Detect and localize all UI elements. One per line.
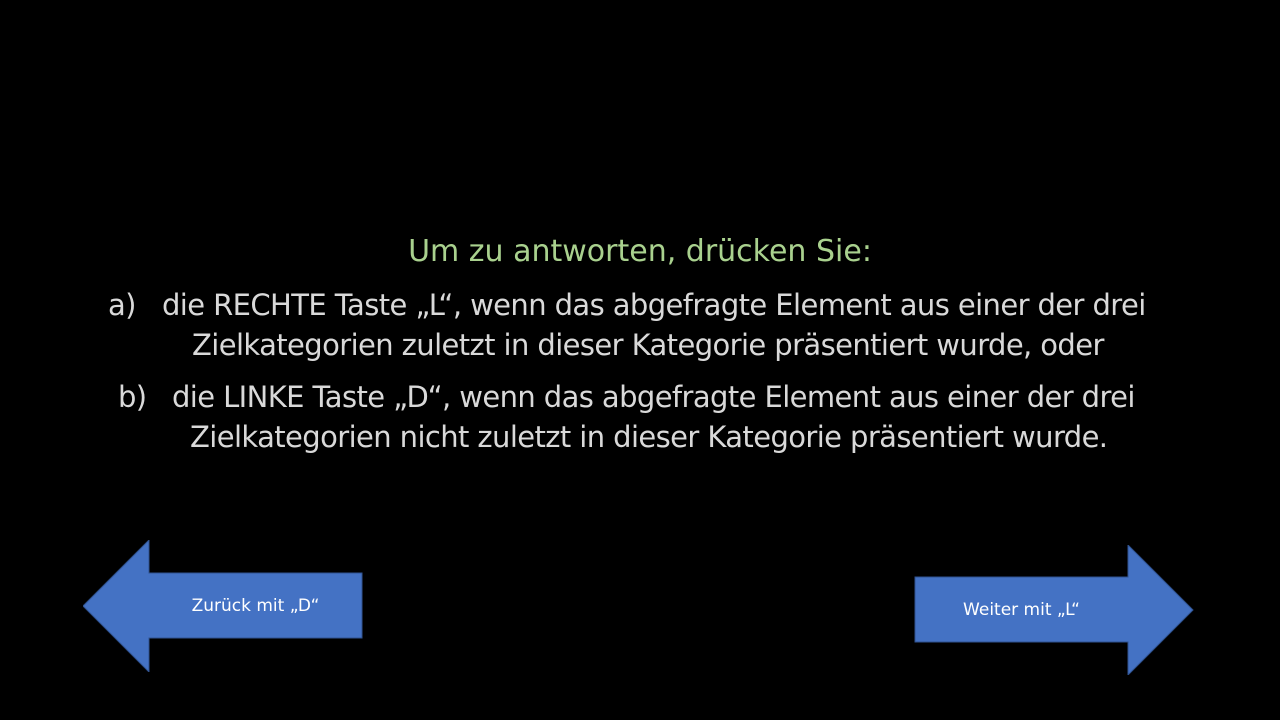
list-marker-a: a) (108, 288, 136, 322)
list-item-a: a) die RECHTE Taste „L“, wenn das abgefr… (108, 285, 1208, 365)
instruction-slide: Um zu antworten, drücken Sie: a) die REC… (0, 0, 1280, 720)
list-item-b-line1: die LINKE Taste „D“, wenn das abgefragte… (172, 380, 1135, 414)
list-item-a-line2: Zielkategorien zuletzt in dieser Kategor… (192, 328, 1104, 362)
next-arrow-button[interactable]: Weiter mit „L“ (914, 545, 1194, 675)
list-item-b: b) die LINKE Taste „D“, wenn das abgefra… (118, 377, 1218, 457)
instruction-heading: Um zu antworten, drücken Sie: (408, 234, 872, 269)
back-arrow-label: Zurück mit „D“ (191, 596, 320, 616)
next-arrow-label: Weiter mit „L“ (963, 600, 1080, 620)
back-arrow-button[interactable]: Zurück mit „D“ (83, 540, 363, 672)
list-item-b-line2: Zielkategorien nicht zuletzt in dieser K… (190, 420, 1108, 454)
list-item-a-line1: die RECHTE Taste „L“, wenn das abgefragt… (162, 288, 1146, 322)
list-marker-b: b) (118, 380, 147, 414)
